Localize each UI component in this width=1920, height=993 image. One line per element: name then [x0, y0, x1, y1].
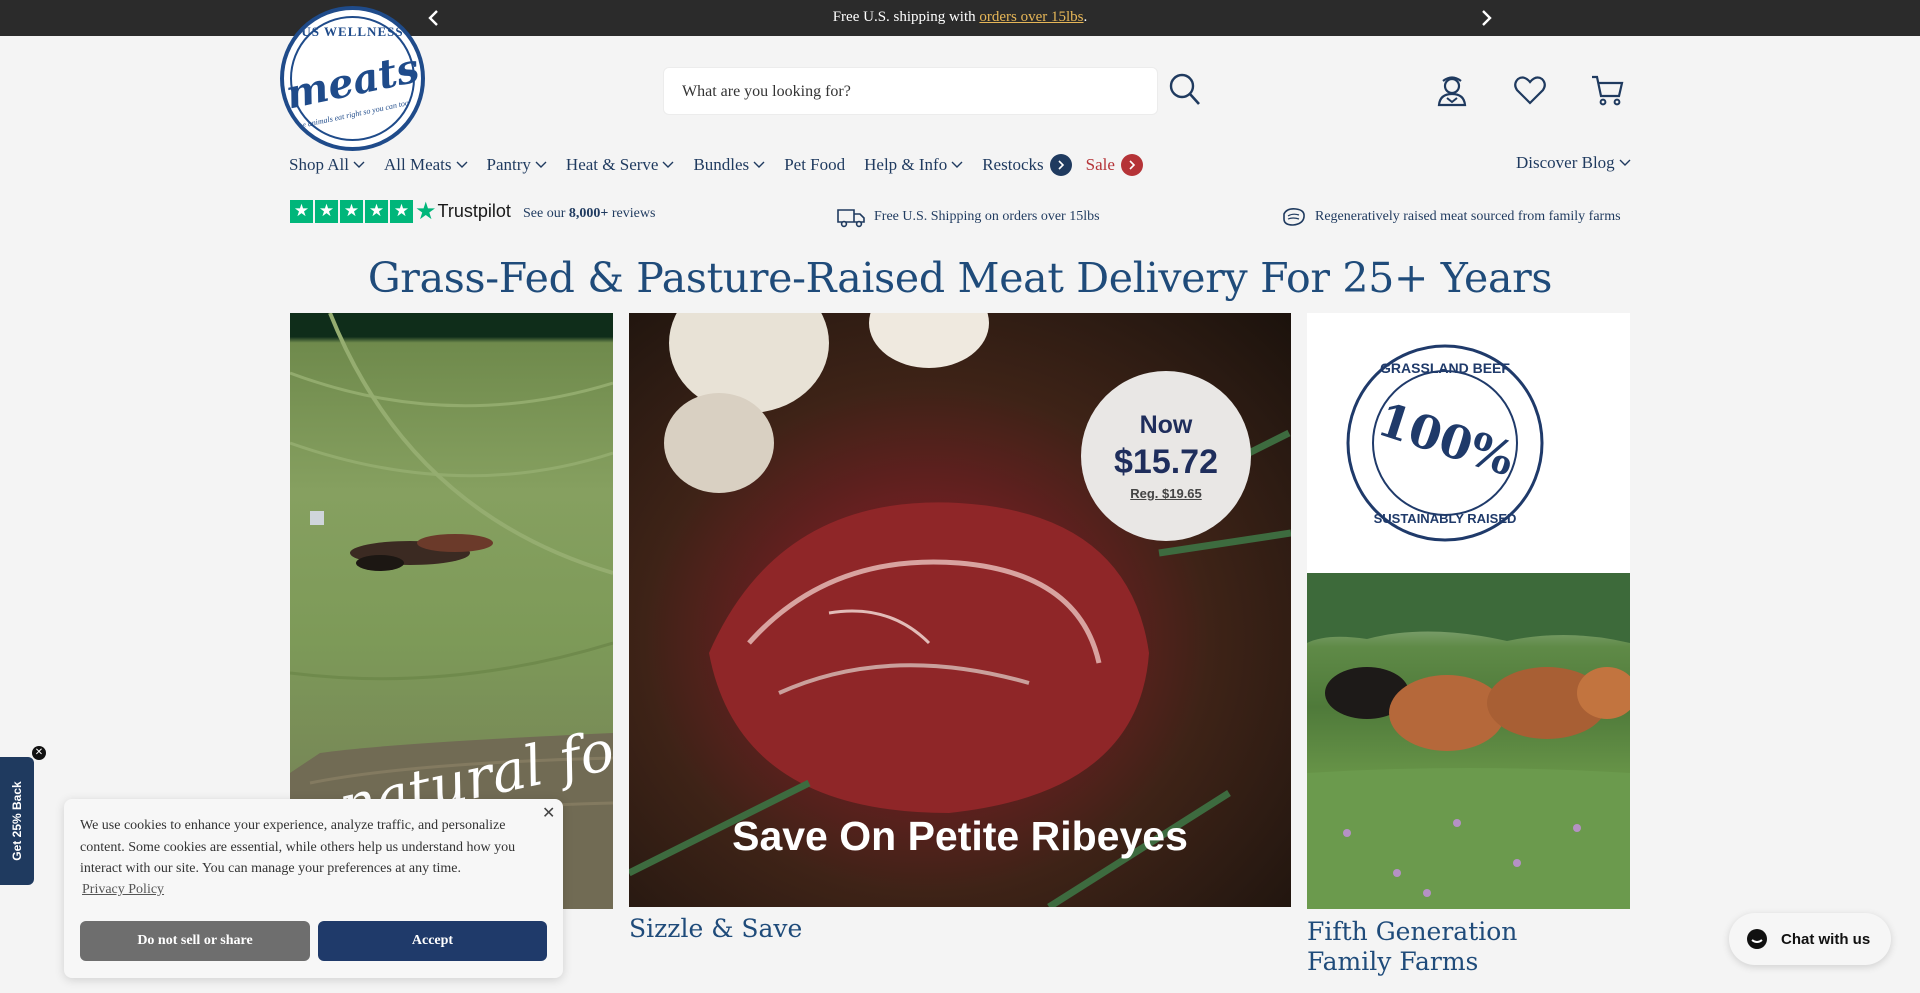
- chevron-down-icon: [662, 161, 674, 168]
- tile-overlay-text: Save On Petite Ribeyes: [732, 813, 1188, 859]
- star-icon: ★: [315, 200, 338, 223]
- badge-price: $15.72: [1114, 443, 1218, 481]
- page-title: Grass-Fed & Pasture-Raised Meat Delivery…: [367, 254, 1553, 302]
- promo-tile-petite-ribeyes[interactable]: Now $15.72 Reg. $19.65 Save On Petite Ri…: [629, 313, 1291, 907]
- main-nav: Shop All All Meats Pantry Heat & Serve B…: [289, 153, 1162, 177]
- tile-caption-family-farms[interactable]: Fifth Generation Family Farms: [1307, 917, 1607, 977]
- announcement-prefix: Free U.S. shipping with: [832, 9, 980, 25]
- reviews-suffix: reviews: [608, 206, 656, 221]
- reviews-prefix: See our: [523, 206, 569, 221]
- nav-label: Sale: [1085, 155, 1115, 174]
- arrow-right-icon: [1049, 154, 1072, 176]
- shipping-perk-text: Free U.S. Shipping on orders over 15lbs: [874, 209, 1100, 224]
- sourcing-perk-text: Regeneratively raised meat sourced from …: [1315, 209, 1621, 224]
- chevron-down-icon: [353, 161, 365, 168]
- nav-heat-serve[interactable]: Heat & Serve: [566, 155, 675, 175]
- cart-icon[interactable]: [1590, 72, 1626, 108]
- steak-icon: [1283, 208, 1305, 226]
- heart-icon[interactable]: [1512, 72, 1548, 108]
- nav-label: Discover Blog: [1516, 153, 1615, 172]
- badge-regular-price: Reg. $19.65: [1130, 486, 1202, 501]
- badge-now: Now: [1139, 411, 1193, 439]
- star-icon: ★: [365, 200, 388, 223]
- account-icon[interactable]: [1434, 72, 1470, 108]
- nav-restocks[interactable]: Restocks: [982, 154, 1072, 176]
- nav-all-meats[interactable]: All Meats: [384, 155, 468, 175]
- chevron-down-icon: [535, 161, 547, 168]
- do-not-sell-button[interactable]: Do not sell or share: [80, 921, 310, 961]
- seal-bottom-text: SUSTAINABLY RAISED: [1374, 511, 1517, 526]
- search-box: [663, 67, 1158, 115]
- chat-icon: [1747, 929, 1767, 949]
- shipping-perk: Free U.S. Shipping on orders over 15lbs: [836, 206, 1100, 228]
- site-logo[interactable]: US WELLNESS meats the animals eat right …: [280, 6, 425, 151]
- announcement-suffix: .: [1083, 9, 1088, 25]
- nav-label: Shop All: [289, 155, 349, 174]
- nav-discover-blog[interactable]: Discover Blog: [1516, 153, 1631, 173]
- search-input[interactable]: [682, 80, 1142, 104]
- nav-help-info[interactable]: Help & Info: [864, 155, 963, 175]
- tile-caption-sizzle-save[interactable]: Sizzle & Save: [629, 914, 802, 944]
- nav-label: Bundles: [693, 155, 750, 174]
- close-icon[interactable]: ✕: [542, 805, 558, 821]
- star-icon: ★: [290, 200, 313, 223]
- nav-label: Help & Info: [864, 155, 948, 174]
- truck-icon: [837, 209, 865, 228]
- logo-top-text: US WELLNESS: [301, 24, 404, 39]
- privacy-policy-link[interactable]: Privacy Policy: [82, 882, 164, 898]
- price-badge: Now $15.72 Reg. $19.65: [1081, 371, 1251, 541]
- star-icon: ★: [340, 200, 363, 223]
- grassland-seal: GRASSLAND BEEF 100% SUSTAINABLY RAISED: [1346, 344, 1544, 542]
- cattle-image: [1307, 573, 1630, 909]
- nav-sale[interactable]: Sale: [1086, 154, 1143, 176]
- arrow-right-icon: [1120, 154, 1143, 176]
- search-icon[interactable]: [1168, 72, 1202, 108]
- nav-label: All Meats: [384, 155, 452, 174]
- reviews-count: 8,000+: [568, 206, 609, 221]
- announcement-link[interactable]: orders over 15lbs: [979, 9, 1083, 25]
- nav-label: Restocks: [982, 155, 1044, 174]
- nav-label: Pantry: [486, 155, 531, 174]
- chevron-down-icon: [456, 161, 468, 168]
- cookie-message: We use cookies to enhance your experienc…: [80, 818, 516, 876]
- cookie-banner: ✕ We use cookies to enhance your experie…: [64, 799, 563, 978]
- chevron-down-icon: [753, 161, 765, 168]
- close-icon[interactable]: ✕: [32, 746, 46, 760]
- seal-top-text: GRASSLAND BEEF: [1380, 360, 1510, 376]
- nav-pantry[interactable]: Pantry: [487, 155, 547, 175]
- trustpilot-brand: Trustpilot: [437, 200, 511, 221]
- get-25-back-tab[interactable]: Get 25% Back: [0, 757, 34, 885]
- chat-button[interactable]: Chat with us: [1729, 913, 1891, 965]
- chevron-down-icon: [1619, 159, 1631, 166]
- promo-tile-family-farms[interactable]: GRASSLAND BEEF 100% SUSTAINABLY RAISED: [1307, 313, 1630, 909]
- nav-label: Heat & Serve: [565, 155, 659, 174]
- nav-shop-all[interactable]: Shop All: [289, 155, 365, 175]
- chevron-down-icon: [951, 161, 963, 168]
- star-icon: ★: [390, 200, 413, 223]
- sourcing-perk: Regeneratively raised meat sourced from …: [1281, 206, 1621, 228]
- chat-label: Chat with us: [1781, 930, 1871, 948]
- trustpilot-star-icon: ★: [415, 197, 437, 225]
- nav-label: Pet Food: [784, 155, 846, 174]
- nav-bundles[interactable]: Bundles: [693, 155, 765, 175]
- accept-cookies-button[interactable]: Accept: [318, 921, 547, 961]
- trustpilot-logo[interactable]: ★ Trustpilot: [415, 199, 511, 223]
- seal-center-text: 100%: [1371, 392, 1521, 487]
- nav-pet-food[interactable]: Pet Food: [784, 155, 845, 175]
- chevron-right-icon[interactable]: [1476, 8, 1496, 28]
- trustpilot-stars[interactable]: ★ ★ ★ ★ ★: [290, 200, 415, 223]
- side-tab-label: Get 25% Back: [10, 781, 24, 861]
- reviews-link[interactable]: See our 8,000+ reviews: [523, 206, 655, 222]
